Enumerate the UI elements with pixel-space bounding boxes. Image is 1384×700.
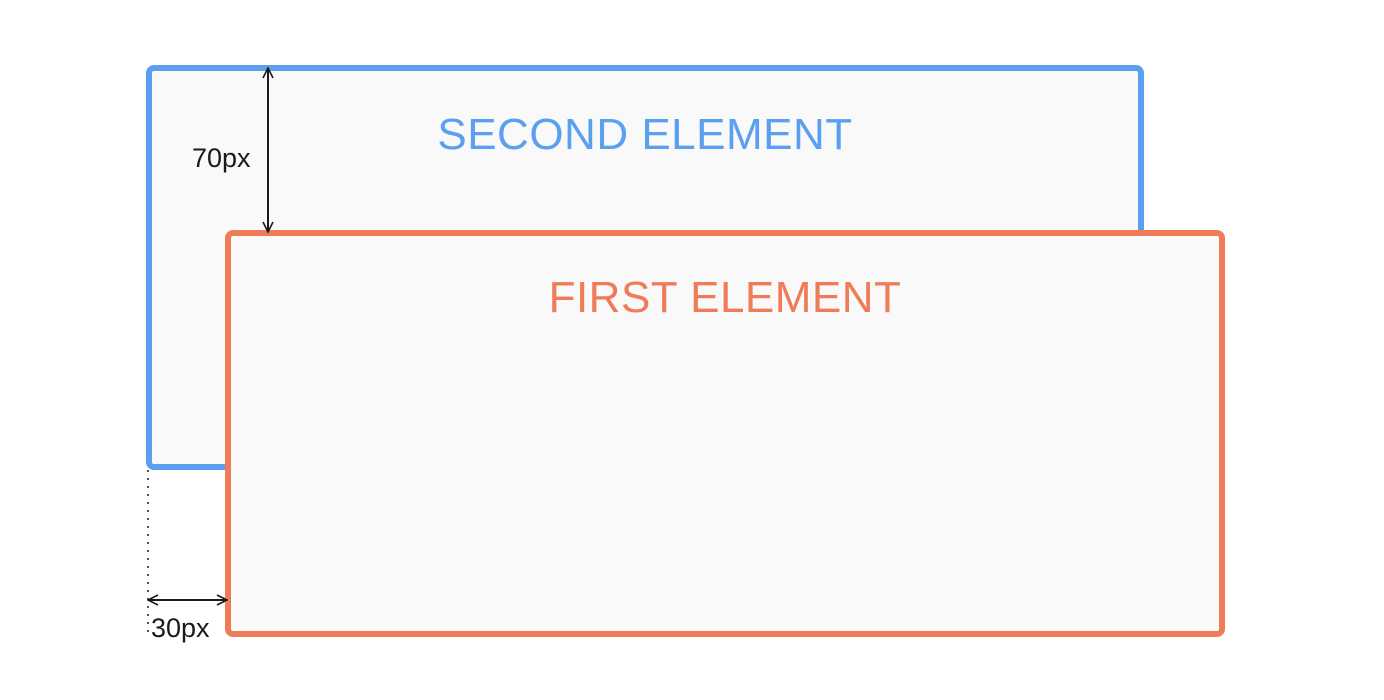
vertical-offset-label: 70px xyxy=(192,143,251,173)
second-element-label: SECOND ELEMENT xyxy=(437,110,853,159)
horizontal-offset-label: 30px xyxy=(151,613,210,643)
first-element-box: FIRST ELEMENT xyxy=(225,230,1225,637)
first-element-label: FIRST ELEMENT xyxy=(548,273,902,322)
